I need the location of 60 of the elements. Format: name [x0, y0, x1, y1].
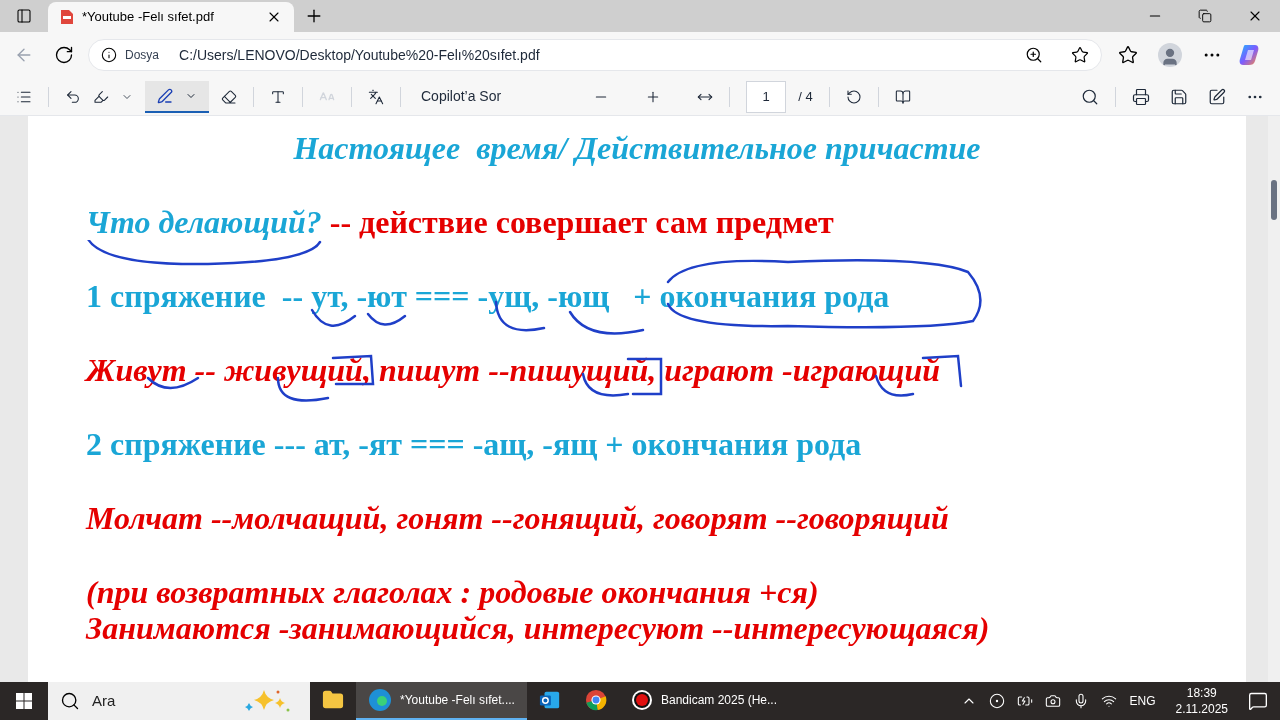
document-text: 2 спряжение --- ат, -ят === -ащ, -ящ + окончания рода [86, 426, 862, 462]
taskbar-app[interactable]: *Youtube -Felı sıfet.... [356, 682, 527, 720]
page-total: / 4 [798, 87, 813, 106]
record-icon [630, 689, 653, 711]
document-text: Молчат --молчащий, гонят --гонящий, говорят --говорящий [86, 500, 949, 536]
zoom-icon[interactable] [1025, 46, 1043, 64]
copilot-button[interactable]: Copilot’a Sor [417, 86, 506, 107]
restore-icon[interactable] [1198, 9, 1212, 23]
notifications-icon[interactable] [1248, 691, 1268, 711]
language-indicator[interactable]: ENG [1129, 692, 1156, 710]
document-text: -- действие совершает сам предмет [328, 204, 834, 240]
tab-title: *Youtube -Felı sıfet.pdf [82, 8, 215, 27]
page-view-icon[interactable] [894, 88, 911, 105]
page-number-field[interactable]: 1 [746, 80, 787, 113]
translate-icon[interactable] [368, 88, 384, 105]
document-text: (при возвратных глаголах : родовые окончания +ся) [86, 574, 819, 610]
clock-date[interactable]: 2.11.2025 [1175, 701, 1228, 717]
text-box-icon[interactable] [270, 88, 286, 105]
scheme-label: Dosya [125, 47, 159, 64]
sparkle-icon [244, 688, 290, 714]
rotate-icon[interactable] [845, 88, 862, 105]
browser-icon [368, 688, 392, 712]
camera-icon[interactable] [1045, 693, 1062, 709]
document-text: Занимаются -занимающийся, интересуют --интересующаяся) [86, 610, 990, 646]
search-input[interactable]: Ara [92, 689, 232, 713]
search-icon[interactable] [60, 691, 80, 711]
info-icon [101, 47, 117, 63]
url-text: C:/Users/LENOVO/Desktop/Youtube%20-Felı%20sıfet.pdf [179, 45, 541, 65]
windows-logo-icon[interactable] [16, 693, 32, 709]
taskbar-app[interactable]: Bandicam 2025 (He... [618, 682, 790, 720]
draw-button[interactable] [145, 80, 209, 113]
document-title: Настоящее время/ Действительное причастие [293, 130, 981, 166]
favorites-icon[interactable] [1118, 45, 1138, 65]
eraser-icon[interactable] [221, 88, 237, 105]
document-text: Что делающий? [86, 204, 322, 240]
wifi-icon[interactable] [1101, 693, 1118, 709]
save-icon[interactable] [1170, 87, 1188, 106]
pen-icon [157, 87, 173, 104]
taskbar-app-title: *Youtube -Felı sıfet.... [400, 692, 515, 709]
favorite-star-icon[interactable] [1071, 46, 1089, 64]
print-icon[interactable] [1132, 87, 1150, 106]
scrollbar[interactable] [1268, 116, 1280, 682]
save-as-icon[interactable] [1208, 87, 1226, 106]
document-text: 1 спряжение -- ут, -ют === -ущ, -ющ + окончания рода [86, 278, 890, 314]
tab-actions-icon[interactable] [16, 8, 32, 24]
clock-time[interactable]: 18:39 [1186, 685, 1217, 701]
taskbar-app-title: Bandicam 2025 (He... [660, 692, 778, 709]
profile-avatar[interactable] [1158, 43, 1182, 67]
chrome-icon [584, 688, 607, 712]
search-icon[interactable] [1081, 87, 1099, 106]
record-status-icon[interactable] [989, 693, 1006, 709]
battery-icon[interactable] [1017, 693, 1034, 709]
browser-tab[interactable]: *Youtube -Felı sıfet.pdf [48, 2, 294, 32]
highlight-icon[interactable] [93, 88, 109, 105]
undo-icon[interactable] [65, 88, 81, 105]
address-field[interactable]: Dosya C:/Users/LENOVO/Desktop/Youtube%20-Felı%20sıfet.pdf [88, 39, 1102, 71]
taskbar-search-field[interactable]: Ara [48, 682, 310, 720]
document-text: Живут -- живущий, пишут --пишущий, играют -играющий [86, 352, 940, 388]
pdf-file-icon [60, 9, 74, 25]
refresh-icon[interactable] [54, 45, 74, 65]
